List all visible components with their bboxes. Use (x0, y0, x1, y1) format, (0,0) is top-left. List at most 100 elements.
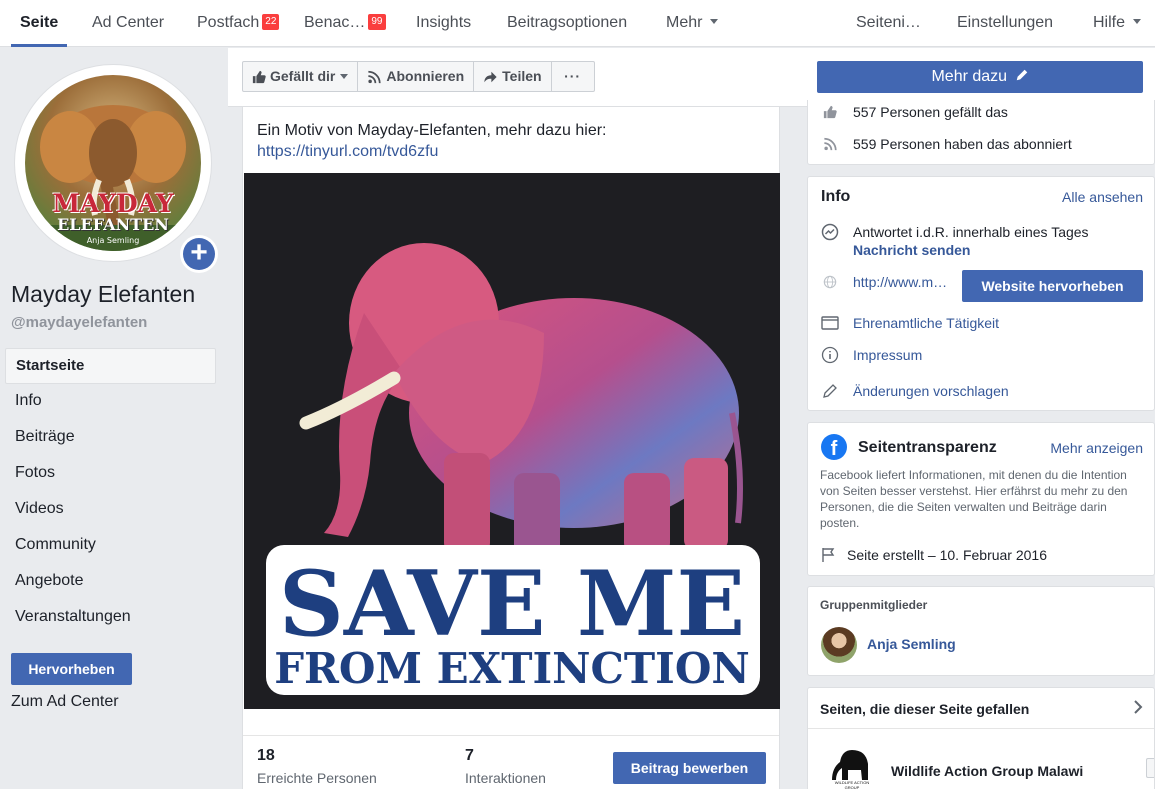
share-arrow-icon (484, 71, 497, 82)
page-created-date: Seite erstellt – 10. Februar 2016 (847, 547, 1048, 563)
thumbs-up-icon (252, 70, 266, 83)
see-all-link[interactable]: Alle ansehen (1062, 189, 1143, 205)
like-page-button[interactable] (1146, 758, 1154, 778)
liked-page-name[interactable]: Wildlife Action Group Malawi (891, 763, 1083, 779)
transparency-description: Facebook liefert Informationen, mit dene… (820, 468, 1128, 530)
profile-picture[interactable]: MAYDAY ELEFANTEN Anja Semling + (14, 64, 218, 273)
thumbs-up-icon (820, 105, 840, 119)
response-time: Antwortet i.d.R. innerhalb eines Tages (853, 224, 1089, 240)
community-card: 557 Personen gefällt das 559 Personen ha… (807, 100, 1155, 165)
elephant-illustration: SAVE ME FROM EXTINCTION (266, 243, 760, 695)
nav-item-beitraege[interactable]: Beiträge (5, 420, 216, 456)
notification-badge: 99 (368, 14, 386, 30)
page-transparency-card: f Seitentransparenz Mehr anzeigen Facebo… (807, 422, 1155, 576)
tab-label: Postfach (197, 14, 260, 31)
tab-label: Mehr (666, 14, 703, 31)
post-text: Ein Motiv von Mayday-Elefanten, mehr daz… (257, 122, 607, 139)
more-options-button[interactable]: ··· (552, 62, 594, 91)
nav-item-info[interactable]: Info (5, 384, 216, 420)
follows-count: 559 Personen haben das abonniert (853, 136, 1072, 152)
tab-label: Benac… (304, 14, 366, 31)
follow-button[interactable]: Abonnieren (358, 62, 475, 91)
tab-label: Insights (416, 14, 472, 31)
info-circle-icon (820, 346, 840, 364)
nav-item-veranstaltungen[interactable]: Veranstaltungen (5, 600, 216, 636)
response-row: Antwortet i.d.R. innerhalb eines Tages N… (820, 223, 1089, 259)
share-button[interactable]: Teilen (474, 62, 552, 91)
notification-badge: 22 (262, 14, 280, 30)
add-photo-button[interactable]: + (180, 235, 218, 273)
tab-seiteninfo[interactable]: Seiteni… (856, 0, 921, 47)
logo-author: Anja Semling (86, 236, 140, 245)
tab-seite[interactable]: Seite (11, 0, 68, 47)
promote-button[interactable]: Hervorheben (11, 653, 132, 685)
logo-title: MAYDAY (52, 189, 174, 218)
send-message-link[interactable]: Nachricht senden (853, 242, 970, 258)
messenger-icon (820, 223, 840, 241)
learn-more-button[interactable]: Mehr dazu (817, 61, 1143, 93)
id-card-icon (820, 316, 840, 330)
pencil-icon (1016, 69, 1027, 81)
post-image[interactable]: SAVE ME FROM EXTINCTION (244, 173, 780, 709)
left-sidebar: MAYDAY ELEFANTEN Anja Semling + Mayday E… (0, 48, 228, 789)
like-button[interactable]: Gefällt dir (243, 62, 359, 91)
post-insights: 18 Erreichte Personen 7 Interaktionen Be… (243, 735, 779, 789)
rss-icon (368, 70, 381, 83)
page-username[interactable]: @maydayelefanten (11, 314, 147, 331)
show-more-link[interactable]: Mehr anzeigen (1050, 440, 1143, 456)
reach-label: Erreichte Personen (257, 770, 377, 786)
boost-post-button[interactable]: Beitrag bewerben (613, 752, 766, 784)
liked-pages-card: Seiten, die dieser Seite gefallen WILDLI… (807, 687, 1155, 789)
tab-benachrichtigungen[interactable]: Benac… 99 (304, 0, 386, 47)
page-action-group: Gefällt dir Abonnieren Teilen ··· (242, 61, 595, 92)
follow-label: Abonnieren (386, 68, 465, 84)
ad-center-link[interactable]: Zum Ad Center (11, 693, 119, 711)
member-name-link[interactable]: Anja Semling (867, 636, 956, 652)
tab-beitragsoptionen[interactable]: Beitragsoptionen (507, 0, 627, 47)
volunteer-link[interactable]: Ehrenamtliche Tätigkeit (853, 315, 999, 331)
suggest-edits-link[interactable]: Änderungen vorschlagen (853, 383, 1009, 399)
flag-icon (820, 547, 840, 563)
like-label: Gefällt dir (270, 68, 336, 84)
caret-down-icon (1133, 19, 1142, 24)
nav-item-fotos[interactable]: Fotos (5, 456, 216, 492)
post-link[interactable]: https://tinyurl.com/tvd6zfu (257, 141, 607, 162)
tab-hilfe[interactable]: Hilfe (1093, 0, 1142, 47)
tab-einstellungen[interactable]: Einstellungen (957, 0, 1053, 47)
website-link[interactable]: http://www.m… (853, 274, 947, 290)
group-members-title: Gruppenmitglieder (820, 598, 928, 612)
post-card: Ein Motiv von Mayday-Elefanten, mehr daz… (242, 107, 780, 789)
nav-item-community[interactable]: Community (5, 528, 216, 564)
tab-ad-center[interactable]: Ad Center (92, 0, 164, 47)
tab-postfach[interactable]: Postfach 22 (197, 0, 280, 47)
nav-item-videos[interactable]: Videos (5, 492, 216, 528)
avatar[interactable] (821, 627, 857, 663)
page-nav: Startseite Info Beiträge Fotos Videos Co… (5, 348, 216, 636)
rss-icon (820, 137, 840, 151)
created-row: Seite erstellt – 10. Februar 2016 (820, 547, 1047, 563)
profile-image: MAYDAY ELEFANTEN Anja Semling (25, 75, 201, 251)
tab-mehr[interactable]: Mehr (666, 0, 719, 47)
wildlife-logo-image[interactable]: WILDLIFE ACTION GROUP (828, 746, 876, 789)
chevron-right-icon[interactable] (1133, 699, 1143, 720)
tab-label: Einstellungen (957, 14, 1054, 31)
imprint-row: Impressum (820, 346, 922, 364)
website-row: http://www.m… (820, 274, 947, 290)
imprint-link[interactable]: Impressum (853, 347, 922, 363)
nav-item-angebote[interactable]: Angebote (5, 564, 216, 600)
image-subheadline: FROM EXTINCTION (274, 644, 750, 693)
facebook-logo-icon: f (821, 434, 847, 460)
likes-count: 557 Personen gefällt das (853, 104, 1008, 120)
caret-down-icon (340, 74, 349, 79)
learn-more-label: Mehr dazu (931, 68, 1008, 85)
tab-insights[interactable]: Insights (416, 0, 471, 47)
globe-icon (820, 275, 840, 289)
follows-row: 559 Personen haben das abonniert (820, 136, 1072, 152)
highlight-website-button[interactable]: Website hervorheben (962, 270, 1143, 302)
reach-count: 18 (257, 747, 275, 764)
page-tab-bar: Seite Ad Center Postfach 22 Benac… 99 Insi… (0, 0, 1155, 47)
share-label: Teilen (502, 68, 542, 84)
interactions-count: 7 (465, 747, 474, 764)
liked-pages-title: Seiten, die dieser Seite gefallen (820, 701, 1030, 717)
nav-item-startseite[interactable]: Startseite (5, 348, 216, 384)
